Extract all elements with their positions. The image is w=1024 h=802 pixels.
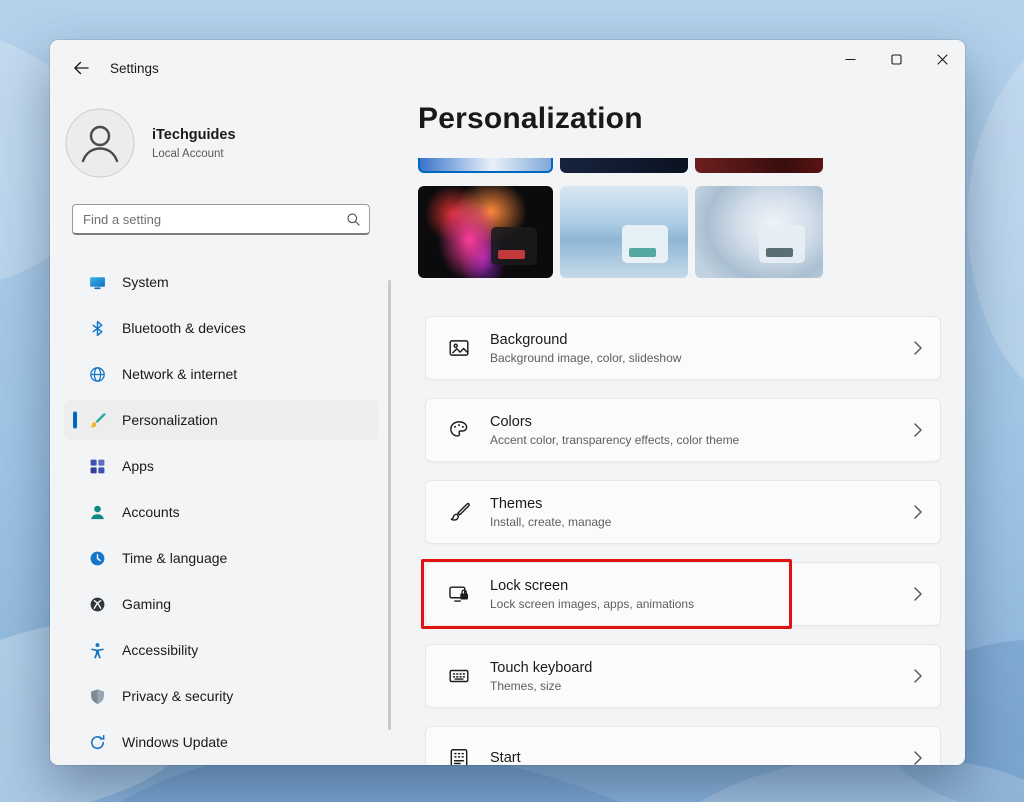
chevron-right-icon — [914, 341, 922, 355]
search-box[interactable] — [72, 204, 370, 235]
sidebar-item-apps[interactable]: Apps — [64, 446, 378, 486]
network-globe-icon — [88, 365, 106, 383]
sidebar-scrollbar[interactable] — [388, 280, 391, 730]
card-lock-screen[interactable]: Lock screen Lock screen images, apps, an… — [425, 562, 941, 626]
card-colors[interactable]: Colors Accent color, transparency effect… — [425, 398, 941, 462]
chevron-right-icon — [914, 751, 922, 765]
theme-thumbnail-dark-flower[interactable] — [418, 186, 553, 278]
sidebar-item-label: Apps — [122, 458, 154, 474]
theme-thumbnails-row-partial — [418, 158, 823, 173]
settings-window: Settings iTechguides Local Account — [50, 40, 965, 765]
card-title: Touch keyboard — [490, 660, 592, 676]
image-icon — [448, 337, 470, 359]
lock-screen-icon — [448, 583, 470, 605]
sidebar-nav: System Bluetooth & devices Network & int… — [64, 262, 378, 765]
card-subtitle: Lock screen images, apps, animations — [490, 597, 694, 611]
theme-thumbnails-row — [418, 186, 823, 278]
card-themes[interactable]: Themes Install, create, manage — [425, 480, 941, 544]
personalization-brush-icon — [88, 411, 106, 429]
accessibility-person-icon — [88, 641, 106, 659]
page-title: Personalization — [418, 102, 643, 136]
card-start[interactable]: Start — [425, 726, 941, 765]
back-button[interactable] — [66, 54, 96, 82]
account-type: Local Account — [152, 148, 236, 160]
window-title: Settings — [110, 61, 159, 76]
sidebar-item-bluetooth-devices[interactable]: Bluetooth & devices — [64, 308, 378, 348]
sidebar-item-label: Accounts — [122, 504, 180, 520]
system-icon — [88, 273, 106, 291]
theme-accent-swatch — [498, 250, 525, 259]
sidebar-item-system[interactable]: System — [64, 262, 378, 302]
user-info: iTechguides Local Account — [152, 127, 236, 160]
card-subtitle: Accent color, transparency effects, colo… — [490, 433, 739, 447]
sidebar-item-label: Accessibility — [122, 642, 198, 658]
theme-thumbnail-selected-partial[interactable] — [418, 158, 553, 173]
shield-icon — [88, 687, 106, 705]
user-profile[interactable]: iTechguides Local Account — [65, 108, 236, 178]
chevron-right-icon — [914, 669, 922, 683]
card-background[interactable]: Background Background image, color, slid… — [425, 316, 941, 380]
theme-accent-swatch — [629, 248, 656, 257]
accounts-person-icon — [88, 503, 106, 521]
selected-indicator — [73, 412, 77, 429]
chevron-right-icon — [914, 423, 922, 437]
bluetooth-icon — [88, 319, 106, 337]
sidebar-item-gaming[interactable]: Gaming — [64, 584, 378, 624]
start-icon — [448, 747, 470, 765]
sidebar-item-label: Bluetooth & devices — [122, 320, 246, 336]
card-title: Colors — [490, 414, 739, 430]
sidebar-item-time-language[interactable]: Time & language — [64, 538, 378, 578]
keyboard-icon — [448, 665, 470, 687]
theme-thumbnail-partial[interactable] — [560, 158, 688, 173]
card-title: Lock screen — [490, 578, 694, 594]
sidebar-item-windows-update[interactable]: Windows Update — [64, 722, 378, 762]
theme-accent-preview — [622, 225, 668, 263]
clock-icon — [88, 549, 106, 567]
card-title: Start — [490, 750, 521, 765]
sidebar-item-label: Windows Update — [122, 734, 228, 750]
card-subtitle: Themes, size — [490, 679, 592, 693]
avatar — [65, 108, 135, 178]
windows-update-icon — [88, 733, 106, 751]
chevron-right-icon — [914, 505, 922, 519]
card-subtitle: Install, create, manage — [490, 515, 611, 529]
theme-thumbnail-blue-swirl[interactable] — [695, 186, 823, 278]
brush-icon — [448, 501, 470, 523]
theme-accent-swatch — [766, 248, 793, 257]
xbox-gaming-icon — [88, 595, 106, 613]
sidebar-item-accessibility[interactable]: Accessibility — [64, 630, 378, 670]
search-input[interactable] — [83, 212, 346, 227]
card-subtitle: Background image, color, slideshow — [490, 351, 681, 365]
card-title: Themes — [490, 496, 611, 512]
theme-thumbnail-partial[interactable] — [695, 158, 823, 173]
theme-thumbnail-light-landscape[interactable] — [560, 186, 688, 278]
sidebar-item-label: Gaming — [122, 596, 171, 612]
main-content: Personalization — [418, 40, 953, 765]
user-name: iTechguides — [152, 127, 236, 143]
settings-cards: Background Background image, color, slid… — [425, 316, 941, 765]
sidebar-item-accounts[interactable]: Accounts — [64, 492, 378, 532]
card-touch-keyboard[interactable]: Touch keyboard Themes, size — [425, 644, 941, 708]
sidebar-item-label: System — [122, 274, 169, 290]
sidebar-item-label: Privacy & security — [122, 688, 233, 704]
back-arrow-icon — [73, 61, 89, 75]
sidebar-item-label: Network & internet — [122, 366, 237, 382]
search-icon — [346, 212, 361, 227]
apps-grid-icon — [88, 457, 106, 475]
chevron-right-icon — [914, 587, 922, 601]
sidebar-item-personalization[interactable]: Personalization — [64, 400, 378, 440]
theme-accent-preview — [491, 227, 537, 265]
sidebar-item-label: Time & language — [122, 550, 227, 566]
sidebar-item-label: Personalization — [122, 412, 218, 428]
theme-accent-preview — [759, 225, 805, 263]
card-title: Background — [490, 332, 681, 348]
sidebar-item-privacy-security[interactable]: Privacy & security — [64, 676, 378, 716]
sidebar-item-network-internet[interactable]: Network & internet — [64, 354, 378, 394]
palette-icon — [448, 419, 470, 441]
